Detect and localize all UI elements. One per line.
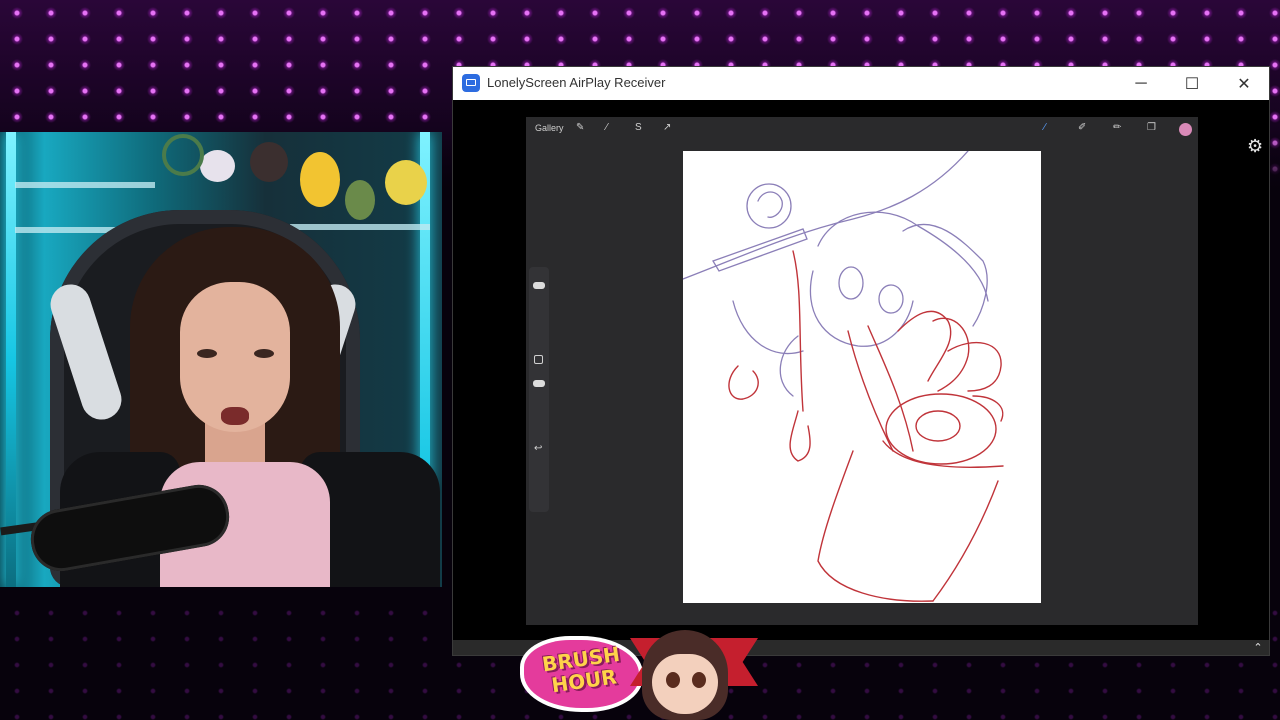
- sketch-stroke: [712, 228, 808, 272]
- window-titlebar[interactable]: LonelyScreen AirPlay Receiver ─ ☐ ✕: [453, 67, 1269, 100]
- window-title: LonelyScreen AirPlay Receiver: [487, 75, 666, 90]
- sketch-stroke: [779, 335, 799, 397]
- plush-toy: [250, 142, 288, 182]
- magic-wand-icon[interactable]: ⁄: [606, 122, 608, 133]
- airplay-receiver-window: LonelyScreen AirPlay Receiver ─ ☐ ✕ Gall…: [452, 66, 1270, 656]
- sketch-drawing: [683, 151, 1004, 602]
- chevron-up-icon[interactable]: ⌃: [1249, 640, 1267, 655]
- brush-size-slider[interactable]: [533, 282, 545, 289]
- streamer-eye: [254, 349, 274, 358]
- wrench-icon[interactable]: ✎: [576, 122, 584, 133]
- led-strip-left: [6, 132, 16, 587]
- mascot-face: [652, 654, 718, 714]
- mascot-eye: [692, 672, 706, 688]
- sketch-stroke: [817, 211, 989, 302]
- streamer-mouth: [221, 407, 249, 425]
- sketch-stroke: [972, 395, 1004, 422]
- eraser-icon[interactable]: ✏: [1113, 122, 1121, 133]
- drawing-canvas[interactable]: [683, 151, 1041, 603]
- sketch-stroke: [902, 223, 988, 327]
- sketch-stroke: [932, 480, 999, 602]
- brush-hour-logo: BRUSH HOUR: [520, 630, 760, 720]
- shelf: [15, 182, 155, 188]
- color-picker-button[interactable]: [1179, 123, 1192, 136]
- selection-icon[interactable]: S: [635, 122, 642, 133]
- app-screen-icon: [462, 74, 480, 92]
- brush-icon[interactable]: ∕: [1044, 122, 1046, 133]
- sketch-stroke: [732, 300, 804, 355]
- sketch-stroke: [792, 250, 804, 412]
- sketch-stroke: [757, 191, 783, 218]
- layers-icon[interactable]: ❐: [1147, 122, 1156, 133]
- sketch-stroke: [915, 410, 961, 442]
- streamer-eye: [197, 349, 217, 358]
- procreate-app: Gallery ✎ ⁄ S ↗ ∕ ✐ ✏ ❐ ↩: [526, 117, 1198, 625]
- sketch-stroke: [789, 410, 811, 462]
- sketch-stroke: [809, 270, 914, 347]
- plush-toy: [300, 152, 340, 207]
- gallery-button[interactable]: Gallery: [535, 123, 564, 133]
- undo-icon[interactable]: ↩: [534, 443, 542, 454]
- mascot-eye: [666, 672, 680, 688]
- plush-toy: [385, 160, 427, 205]
- gear-icon[interactable]: ⚙: [1247, 136, 1263, 157]
- shelf: [290, 224, 430, 230]
- smudge-icon[interactable]: ✐: [1078, 122, 1086, 133]
- plush-toy: [200, 150, 235, 182]
- sketch-stroke: [838, 266, 864, 300]
- sketch-stroke: [885, 393, 997, 465]
- close-button[interactable]: ✕: [1219, 67, 1269, 100]
- minimize-button[interactable]: ─: [1116, 67, 1166, 100]
- sketch-stroke: [947, 341, 1002, 392]
- procreate-toolbar: Gallery ✎ ⁄ S ↗ ∕ ✐ ✏ ❐: [526, 117, 1198, 141]
- plush-toy: [345, 180, 375, 220]
- sketch-stroke: [897, 310, 952, 382]
- wreath-decoration: [162, 134, 204, 176]
- sketch-stroke: [817, 450, 934, 602]
- opacity-slider[interactable]: [533, 380, 545, 387]
- mirrored-screen: Gallery ✎ ⁄ S ↗ ∕ ✐ ✏ ❐ ↩ ⚙: [453, 100, 1269, 640]
- sketch-stroke: [746, 183, 792, 229]
- sketch-stroke: [728, 365, 759, 400]
- procreate-sidebar: ↩: [529, 267, 549, 512]
- maximize-button[interactable]: ☐: [1167, 67, 1217, 100]
- webcam-feed: [0, 132, 442, 587]
- transform-icon[interactable]: ↗: [663, 122, 671, 133]
- sketch-stroke: [878, 284, 904, 314]
- modify-button[interactable]: [534, 355, 543, 364]
- sketch-stroke: [683, 151, 969, 280]
